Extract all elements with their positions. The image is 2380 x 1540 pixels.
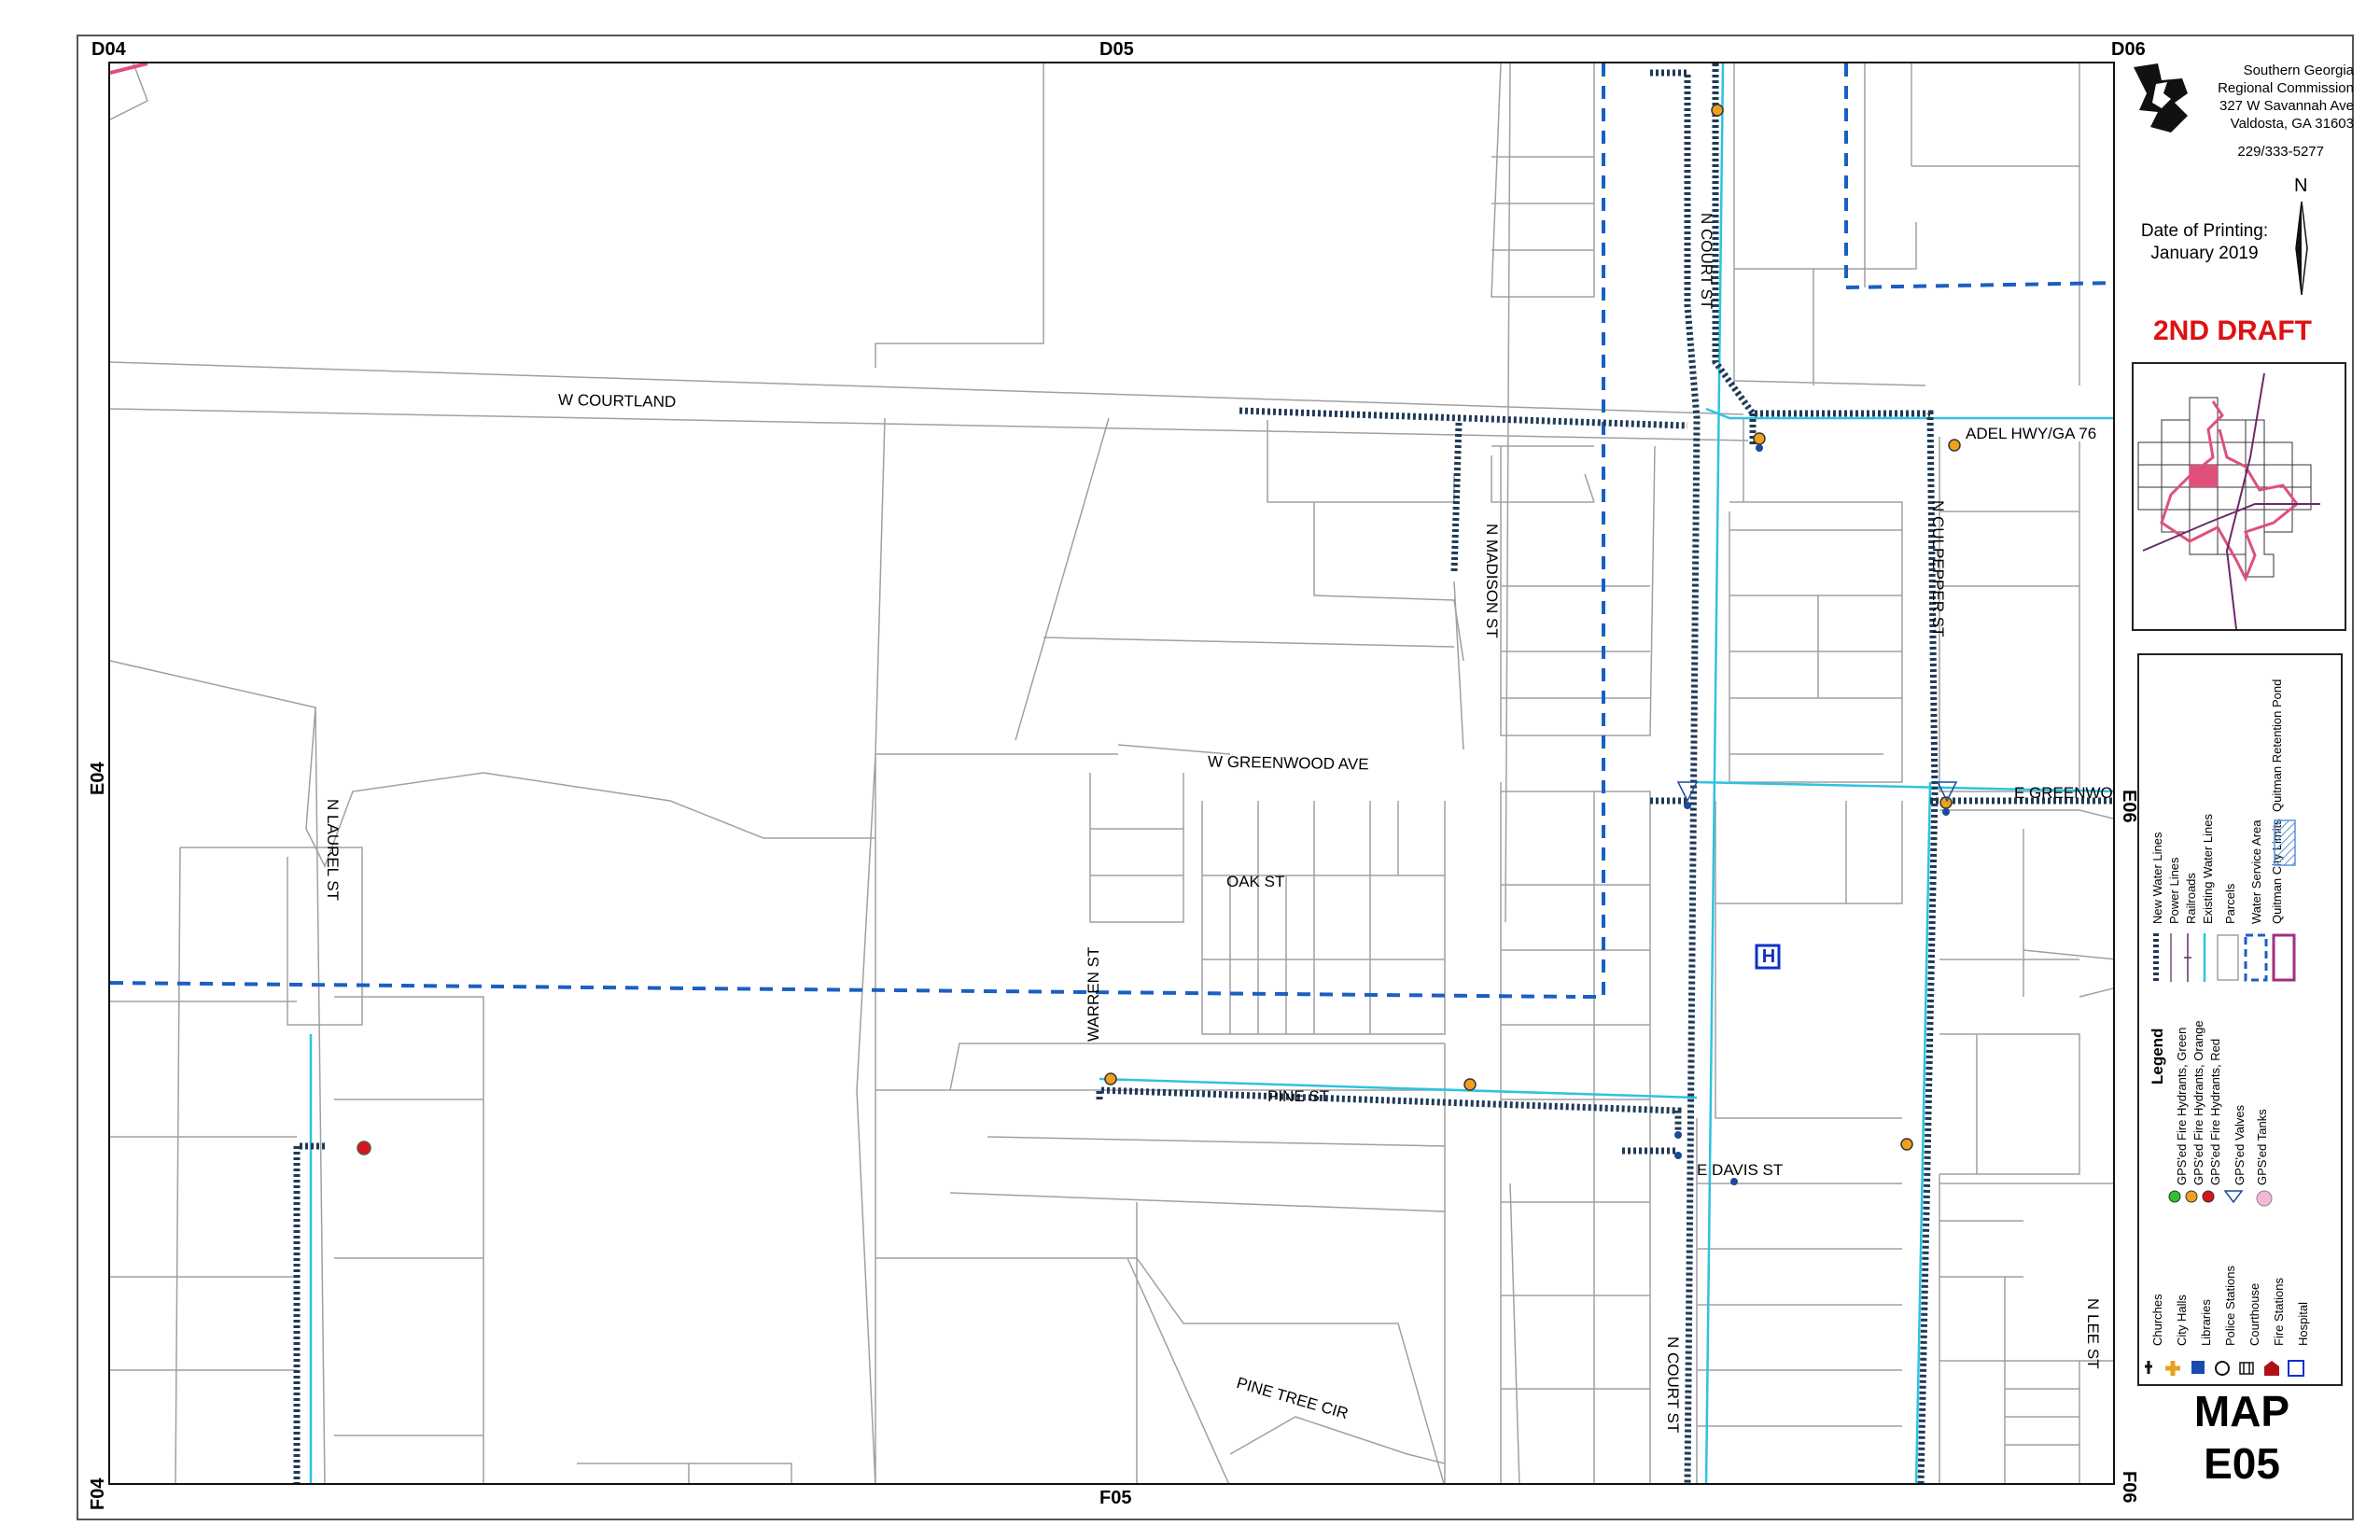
legend-retention-pond: Quitman Retention Pond [2270, 679, 2284, 812]
valve [1756, 444, 1763, 452]
hospital-icon [2288, 1360, 2304, 1377]
hydrant-orange-icon [2185, 1190, 2198, 1203]
parcel-icon [2217, 934, 2239, 981]
city-limits-icon [2272, 933, 2296, 982]
legend-tanks: GPS'ed Tanks [2255, 1109, 2269, 1185]
retention-pond-icon [2274, 819, 2296, 866]
legend-hospital: Hospital [2296, 1302, 2310, 1346]
hospital-label: H [1761, 946, 1776, 967]
legend-police-stations: Police Stations [2223, 1266, 2237, 1346]
legend-valves: GPS'ed Valves [2233, 1104, 2247, 1185]
fire-station-icon [2264, 1361, 2279, 1376]
library-icon [2191, 1361, 2205, 1374]
locator-grid [2137, 372, 2320, 630]
legend-libraries: Libraries [2199, 1299, 2213, 1346]
hydrant-green-icon [2168, 1190, 2181, 1203]
valve [1684, 802, 1691, 809]
street-label-e-greenwood: E GREENWOOD [2014, 784, 2113, 802]
hydrant-red [357, 1141, 371, 1155]
grid-label-d05: D05 [1099, 39, 1134, 60]
legend-existing-water-lines: Existing Water Lines [2201, 813, 2215, 924]
sgrc-logo-icon [2134, 63, 2188, 133]
legend-water-service-area: Water Service Area [2249, 819, 2263, 924]
grid-label-d04: D04 [91, 39, 126, 60]
legend-courthouse: Courthouse [2247, 1282, 2261, 1346]
org-line: 327 W Savannah Ave [2219, 98, 2354, 114]
city-limits-line [110, 63, 148, 75]
street-label-pine-st: PINE ST [1267, 1087, 1330, 1105]
legend-power-lines: Power Lines [2167, 857, 2181, 924]
org-line: Southern Georgia [2243, 63, 2354, 78]
legend-city-halls: City Halls [2175, 1295, 2189, 1346]
map-word: MAP [2193, 1387, 2290, 1435]
courthouse-icon [2239, 1362, 2254, 1375]
valve [1674, 1152, 1682, 1159]
hydrant-orange [1948, 439, 1961, 452]
grid-label-e04: E04 [88, 762, 108, 795]
street-label-n-culpepper-st: N CULPEPPER ST [1929, 500, 1947, 637]
railroad-icon [2184, 933, 2191, 982]
print-date-label: Date of Printing: [2140, 221, 2269, 241]
organization-block: Southern Georgia Regional Commission 327… [2195, 62, 2354, 133]
map-id-block: MAP E05 [2149, 1385, 2335, 1490]
legend-hydrant-red: GPS'ed Fire Hydrants, Red [2208, 1038, 2222, 1185]
valve-icon [2223, 1190, 2244, 1204]
map-canvas[interactable]: H W COURTLAND N COURT ST N MADISON ST AD… [108, 62, 2115, 1485]
org-line: Regional Commission [2218, 80, 2354, 96]
phone-number: 229/333-5277 [2237, 144, 2324, 160]
map-legend: Legend Churches City Halls Libraries Pol… [2137, 653, 2343, 1386]
legend-facility-icons [2145, 1360, 2304, 1377]
grid-label-d06: D06 [2111, 39, 2146, 60]
hydrant-red-icon [2202, 1190, 2215, 1203]
legend-fire-stations: Fire Stations [2272, 1278, 2286, 1346]
street-label-w-courtland: W COURTLAND [557, 390, 677, 412]
hydrant-orange [1711, 104, 1724, 117]
legend-point-icons [2168, 1190, 2273, 1207]
grid-label-f05: F05 [1099, 1488, 1132, 1508]
street-label-adel-hwy: ADEL HWY/GA 76 [1966, 425, 2097, 442]
church-icon [2145, 1361, 2152, 1374]
parcels-layer [110, 63, 2113, 1483]
valve [1942, 808, 1950, 816]
draft-label: 2ND DRAFT [2153, 315, 2312, 346]
street-label-w-greenwood-ave: W GREENWOOD AVE [1207, 752, 1369, 774]
street-label-e-davis-st: E DAVIS ST [1697, 1161, 1784, 1179]
hydrant-orange [1104, 1072, 1117, 1085]
hydrant-orange [1900, 1138, 1913, 1151]
street-label-warren-st: WARREN ST [1085, 946, 1102, 1042]
north-arrow-icon [2295, 202, 2308, 295]
valve [1674, 1131, 1682, 1139]
street-label-oak-st: OAK ST [1226, 873, 1285, 890]
legend-hydrant-green: GPS'ed Fire Hydrants, Green [2175, 1027, 2189, 1185]
legend-new-water-lines: New Water Lines [2150, 832, 2164, 925]
locator-inset-map [2132, 362, 2346, 631]
legend-title: Legend [2149, 1028, 2166, 1085]
city-hall-icon [2165, 1361, 2180, 1376]
legend-line-icons [2153, 933, 2296, 982]
street-label-n-court-st-top: N COURT ST [1698, 213, 1715, 310]
street-label-n-court-st-bottom: N COURT ST [1664, 1337, 1682, 1434]
print-date-block: Date of Printing: January 2019 [2130, 220, 2279, 265]
tank-icon [2256, 1190, 2273, 1207]
street-label-n-laurel-st: N LAUREL ST [324, 799, 342, 901]
legend-hydrant-orange: GPS'ed Fire Hydrants, Orange [2191, 1020, 2205, 1185]
legend-railroads: Railroads [2184, 873, 2198, 924]
print-date-value: January 2019 [2150, 244, 2259, 263]
north-label: N [2294, 175, 2308, 196]
hydrant-orange [1753, 432, 1766, 445]
hydrant-orange [1463, 1078, 1477, 1091]
legend-churches: Churches [2150, 1294, 2164, 1346]
grid-label-f04: F04 [88, 1477, 108, 1510]
org-line: Valdosta, GA 31603 [2230, 116, 2354, 132]
street-label-n-madison-st: N MADISON ST [1483, 524, 1501, 638]
legend-parcels: Parcels [2223, 883, 2237, 924]
map-id: E05 [2204, 1439, 2280, 1488]
map-graphics [110, 63, 2113, 1483]
police-icon [2215, 1361, 2230, 1376]
new-water-lines [293, 63, 2113, 1483]
map-sidebar: Southern Georgia Regional Commission 327… [2121, 62, 2354, 1488]
street-label-n-lee-st: N LEE ST [2084, 1298, 2102, 1369]
service-area-icon [2244, 933, 2268, 982]
